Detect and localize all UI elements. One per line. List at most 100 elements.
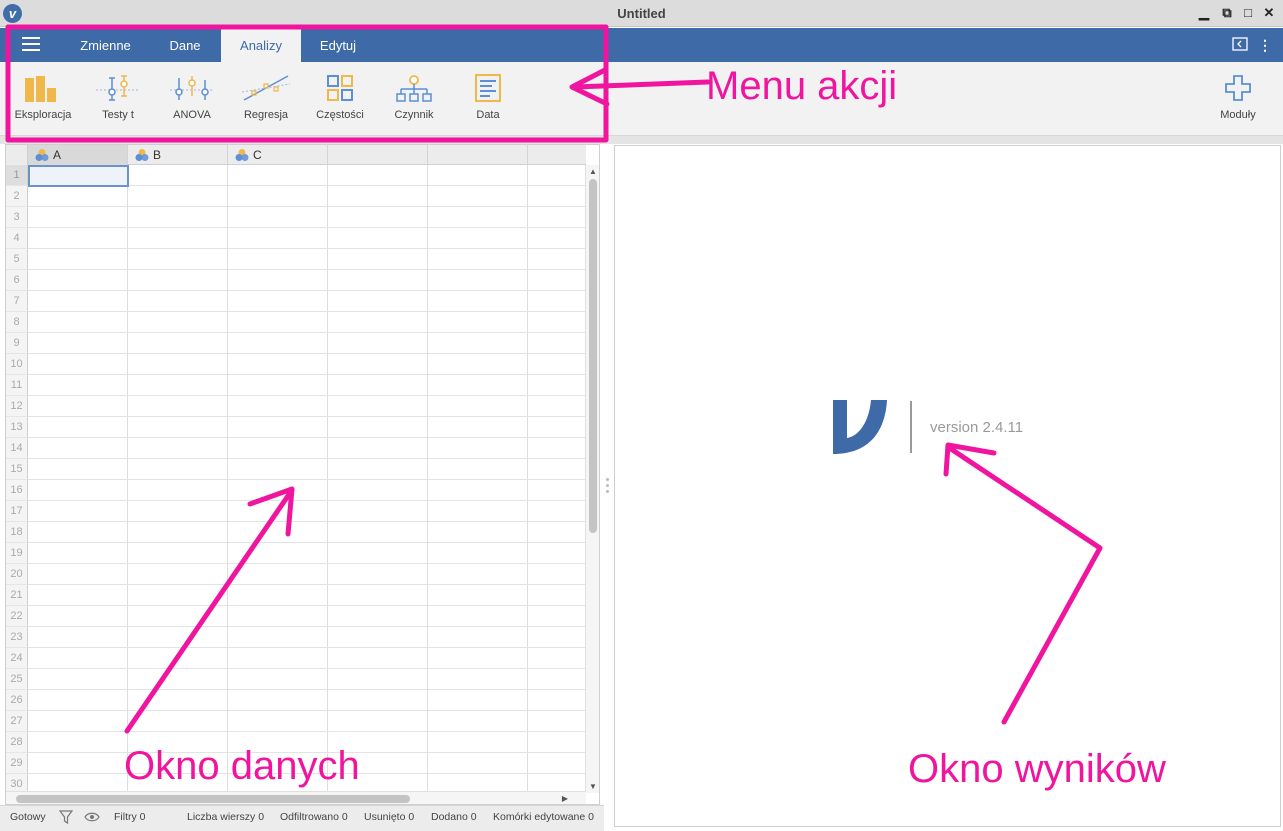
row-header[interactable]: 9 — [6, 333, 28, 354]
tab-zmienne[interactable]: Zmienne — [67, 28, 144, 62]
row-header[interactable]: 13 — [6, 417, 28, 438]
scroll-down-icon[interactable]: ▼ — [586, 782, 599, 791]
column-header-c[interactable]: C — [228, 145, 328, 165]
row-header[interactable]: 8 — [6, 312, 28, 333]
row-header[interactable]: 19 — [6, 543, 28, 564]
status-added: Dodano 0 — [431, 811, 477, 823]
exploration-bar-chart-icon — [25, 76, 56, 102]
ribbon-czynnik-button[interactable]: Czynnik — [377, 74, 451, 132]
tab-dane[interactable]: Dane — [152, 28, 218, 62]
pane-splitter-handle[interactable] — [604, 478, 610, 496]
row-header[interactable]: 7 — [6, 291, 28, 312]
ribbon-czestosci-button[interactable]: Częstości — [303, 74, 377, 132]
more-options-icon[interactable]: ⋮ — [1258, 37, 1272, 53]
data-spreadsheet[interactable]: A B C 1 2 3 4 5 6 7 8 9 10 11 12 13 14 15 16 17 18 19 20 21 2… — [5, 144, 600, 805]
frequencies-icon — [327, 75, 353, 101]
scroll-up-icon[interactable]: ▲ — [586, 167, 599, 176]
anova-icon — [170, 76, 214, 100]
row-header[interactable]: 10 — [6, 354, 28, 375]
title-bar: v Untitled ▁ ⧉ □ ✕ — [0, 0, 1283, 27]
row-header[interactable]: 21 — [6, 585, 28, 606]
annotation-okno-danych: Okno danych — [124, 744, 360, 788]
ribbon-label: Testy t — [102, 109, 134, 121]
restore-icon[interactable]: ⧉ — [1219, 5, 1235, 21]
row-header[interactable]: 22 — [6, 606, 28, 627]
modules-button[interactable]: Moduły — [1201, 74, 1275, 132]
main-tab-bar: Zmienne Dane Analizy Edytuj ⋮ — [0, 28, 1283, 62]
results-pane: version 2.4.11 — [614, 145, 1281, 827]
row-header[interactable]: 5 — [6, 249, 28, 270]
regression-icon — [242, 75, 290, 101]
column-header-empty[interactable] — [428, 145, 528, 165]
row-header[interactable]: 17 — [6, 501, 28, 522]
t-test-icon — [96, 75, 140, 101]
ribbon-eksploracja-button[interactable]: Eksploracja — [6, 74, 80, 132]
cell-grid[interactable] — [28, 165, 586, 793]
column-header-row: A B C — [6, 145, 586, 165]
hamburger-menu-icon[interactable] — [22, 37, 40, 53]
status-filtered: Odfiltrowano 0 — [280, 811, 348, 823]
column-header-a[interactable]: A — [28, 145, 128, 165]
row-header[interactable]: 20 — [6, 564, 28, 585]
tab-analizy[interactable]: Analizy — [221, 28, 301, 62]
separator-band — [0, 136, 1283, 144]
row-header[interactable]: 1 — [6, 165, 28, 186]
status-bar: Gotowy Filtry 0 Liczba wierszy 0 Odfiltr… — [0, 805, 604, 831]
status-filters: Filtry 0 — [114, 811, 146, 823]
row-header[interactable]: 11 — [6, 375, 28, 396]
scroll-right-icon[interactable]: ▶ — [562, 792, 568, 804]
maximize-icon[interactable]: □ — [1240, 5, 1256, 21]
results-mode-icon[interactable] — [1231, 37, 1249, 54]
horizontal-scroll-thumb[interactable] — [16, 795, 410, 803]
status-edited: Komórki edytowane 0 — [493, 811, 594, 823]
nominal-variable-icon — [35, 149, 49, 161]
horizontal-scrollbar[interactable]: ▶ — [6, 791, 586, 804]
row-header[interactable]: 27 — [6, 711, 28, 732]
row-header[interactable]: 23 — [6, 627, 28, 648]
row-header[interactable]: 24 — [6, 648, 28, 669]
row-header[interactable]: 3 — [6, 207, 28, 228]
row-header[interactable]: 15 — [6, 459, 28, 480]
row-header[interactable]: 16 — [6, 480, 28, 501]
sheet-corner[interactable] — [6, 145, 28, 165]
row-header[interactable]: 18 — [6, 522, 28, 543]
status-ready: Gotowy — [10, 811, 46, 823]
vertical-scrollbar[interactable]: ▲ ▼ — [585, 165, 599, 793]
annotation-menu-akcji: Menu akcji — [706, 64, 898, 108]
row-header[interactable]: 4 — [6, 228, 28, 249]
jamovi-v-logo-icon — [833, 400, 887, 454]
status-deleted: Usunięto 0 — [364, 811, 415, 823]
status-row-count: Liczba wierszy 0 — [187, 811, 265, 823]
data-table-icon — [475, 74, 501, 102]
filter-icon[interactable] — [59, 810, 73, 824]
row-header[interactable]: 2 — [6, 186, 28, 207]
ribbon-regresja-button[interactable]: Regresja — [229, 74, 303, 132]
modules-label: Moduły — [1220, 109, 1256, 121]
row-header-column: 1 2 3 4 5 6 7 8 9 10 11 12 13 14 15 16 17 18 19 20 21 22 23 24 2… — [6, 165, 28, 795]
ribbon-label: Czynnik — [394, 109, 434, 121]
close-icon[interactable]: ✕ — [1261, 5, 1277, 21]
row-header[interactable]: 12 — [6, 396, 28, 417]
analysis-ribbon: Eksploracja Testy t ANOVA Regresja Częst… — [0, 62, 1283, 136]
ribbon-label: Regresja — [243, 109, 289, 121]
ribbon-data-button[interactable]: Data — [451, 74, 525, 132]
row-header[interactable]: 14 — [6, 438, 28, 459]
eye-icon[interactable] — [84, 811, 100, 823]
row-header[interactable]: 25 — [6, 669, 28, 690]
row-header[interactable]: 29 — [6, 753, 28, 774]
column-name: C — [253, 148, 262, 162]
column-header-empty[interactable] — [328, 145, 428, 165]
column-header-b[interactable]: B — [128, 145, 228, 165]
ribbon-label: Data — [476, 109, 500, 121]
minimize-icon[interactable]: ▁ — [1196, 5, 1212, 21]
vertical-scroll-thumb[interactable] — [589, 179, 597, 533]
row-header[interactable]: 6 — [6, 270, 28, 291]
column-name: A — [53, 148, 62, 162]
ribbon-testy-t-button[interactable]: Testy t — [81, 74, 155, 132]
ribbon-label: Eksploracja — [14, 109, 72, 121]
row-header[interactable]: 26 — [6, 690, 28, 711]
row-header[interactable]: 28 — [6, 732, 28, 753]
ribbon-anova-button[interactable]: ANOVA — [155, 74, 229, 132]
selected-cell[interactable] — [28, 165, 129, 187]
tab-edytuj[interactable]: Edytuj — [305, 28, 371, 62]
